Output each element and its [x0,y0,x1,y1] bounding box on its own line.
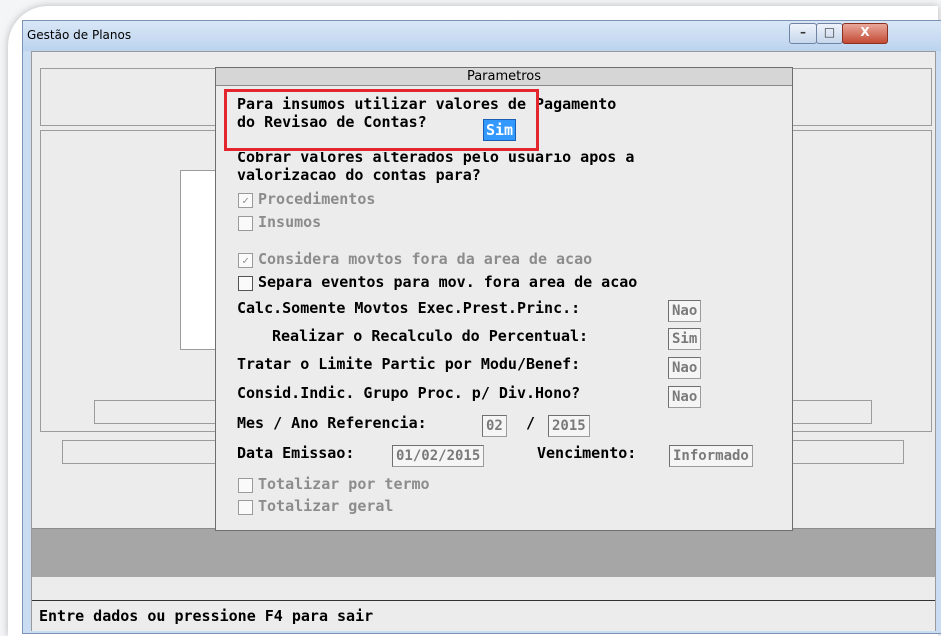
recalculo-label: Realizar o Recalculo do Percentual: [272,327,589,345]
separa-label: Separa eventos para mov. fora area de ac… [258,273,638,291]
title-bar: Gestão de Planos – □ X [23,21,941,51]
ano-field[interactable]: 2015 [548,415,590,437]
calc-field[interactable]: Nao [668,300,702,322]
consid-field[interactable]: Nao [668,386,702,408]
dialog-title: Parametros [216,68,792,86]
vencimento-field[interactable]: Informado [669,445,753,467]
insumos-checkbox [238,216,253,231]
calc-label: Calc.Somente Movtos Exec.Prest.Princ.: [237,299,581,317]
highlight-annotation-box [224,89,539,151]
mes-ano-separator: / [526,414,536,432]
minimize-button[interactable]: – [789,23,817,44]
limite-field[interactable]: Nao [668,357,702,379]
totalizar-termo-label: Totalizar por termo [258,475,430,493]
data-emissao-field[interactable]: 01/02/2015 [392,445,485,467]
status-text: Entre dados ou pressione F4 para sair [39,607,374,625]
procedimentos-checkbox: ✓ [238,193,253,208]
window-title: Gestão de Planos [27,28,132,42]
totalizar-termo-checkbox [238,478,253,493]
maximize-button[interactable]: □ [816,23,843,44]
considera-checkbox: ✓ [238,253,253,268]
background-panel-top-right [790,68,932,126]
totalizar-geral-label: Totalizar geral [258,497,394,515]
insumos-label: Insumos [258,213,322,231]
question-2-line-2: valorizacao do contas para? [237,166,481,184]
recalculo-field[interactable]: Sim [668,328,702,350]
vencimento-label: Vencimento: [537,444,637,462]
background-panel-top-left [40,68,228,126]
gray-bar [32,528,935,577]
background-panel-right [790,130,932,432]
maximize-icon: □ [823,25,836,39]
totalizar-geral-checkbox [238,500,253,515]
status-bar: Entre dados ou pressione F4 para sair [32,600,935,631]
data-emissao-label: Data Emissao: [237,444,355,462]
procedimentos-label: Procedimentos [258,190,376,208]
mes-field[interactable]: 02 [482,415,507,437]
background-list [180,170,220,350]
considera-label: Considera movtos fora da area de acao [258,250,593,268]
close-button[interactable]: X [842,23,888,44]
limite-label: Tratar o Limite Partic por Modu/Benef: [237,355,581,373]
minimize-icon: – [800,25,806,39]
close-icon: X [860,25,870,39]
consid-label: Consid.Indic. Grupo Proc. p/ Div.Hono? [237,384,581,402]
separa-checkbox[interactable] [238,276,253,291]
mes-ano-label: Mes / Ano Referencia: [237,414,427,432]
